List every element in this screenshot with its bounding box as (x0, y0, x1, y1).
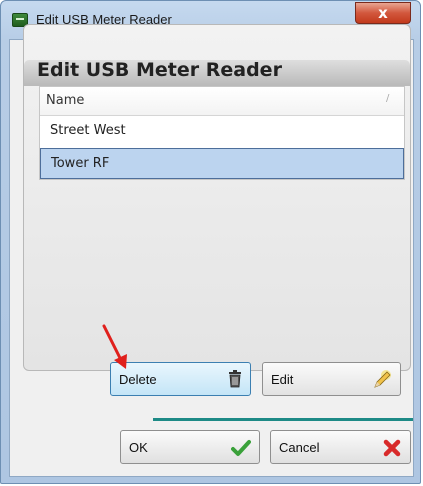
trash-icon (229, 370, 241, 388)
column-header-label: Name (46, 93, 85, 108)
annotation-arrow-icon (102, 324, 127, 369)
sort-indicator-icon: / (386, 93, 390, 104)
cancel-button[interactable]: Cancel (270, 430, 411, 464)
list-item-selected[interactable]: Tower RF (40, 148, 404, 179)
close-button[interactable]: x (355, 2, 411, 24)
column-header-name[interactable]: Name / (40, 87, 404, 116)
edit-button-label: Edit (271, 372, 294, 387)
button-separator-line (153, 418, 413, 421)
ok-button-label: OK (129, 440, 148, 455)
edit-button[interactable]: Edit (262, 362, 401, 396)
red-x-icon (383, 439, 401, 457)
list-item-label: Tower RF (51, 156, 110, 171)
ok-button[interactable]: OK (120, 430, 260, 464)
pencil-icon (374, 370, 391, 388)
list-item[interactable]: Street West (40, 116, 404, 147)
delete-button-label: Delete (119, 372, 157, 387)
list-item-label: Street West (50, 123, 126, 138)
checkmark-icon (231, 440, 251, 456)
cancel-button-label: Cancel (279, 440, 320, 455)
reader-list: Name / Street West Tower RF (39, 86, 405, 180)
panel-title: Edit USB Meter Reader (37, 59, 282, 81)
